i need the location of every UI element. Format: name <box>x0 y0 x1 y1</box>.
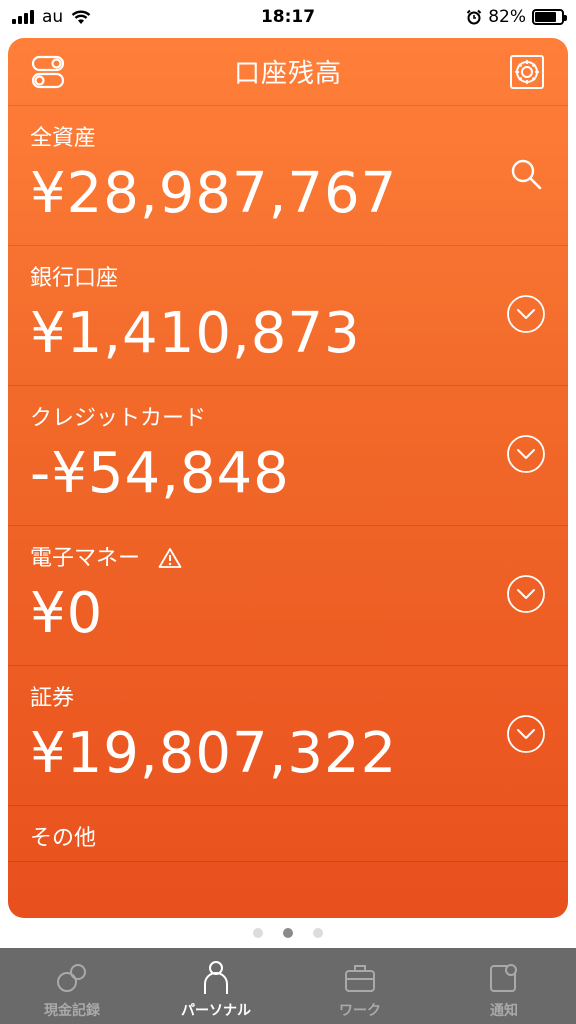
tab-cash-record[interactable]: 現金記録 <box>0 948 144 1024</box>
account-label: 全資産 <box>30 124 546 154</box>
chevron-down-circle-icon[interactable] <box>506 434 546 474</box>
account-value: ¥0 <box>30 581 104 646</box>
account-label-text: 電子マネー <box>30 546 141 571</box>
account-value: ¥19,807,322 <box>30 721 398 786</box>
page-title: 口座残高 <box>233 59 342 89</box>
battery-percent: 82% <box>488 7 526 27</box>
account-label: クレジットカード <box>30 404 546 434</box>
status-right: 82% <box>466 7 567 27</box>
page-dot-active[interactable] <box>283 928 293 938</box>
account-row-total[interactable]: 全資産 ¥28,987,767 <box>8 106 568 246</box>
chevron-down-circle-icon[interactable] <box>506 294 546 334</box>
tab-label: ワーク <box>339 1003 381 1019</box>
chevron-down-circle-icon[interactable] <box>506 574 546 614</box>
card-header: 口座残高 <box>8 38 568 106</box>
circles-icon <box>55 960 89 996</box>
battery-icon <box>532 9 567 25</box>
account-label-text: 銀行口座 <box>30 266 119 291</box>
balance-card: 口座残高 全資産 ¥28,987,767 銀行口座 ¥1,410,873 クレジ… <box>8 38 568 918</box>
page-dot[interactable] <box>313 928 323 938</box>
status-left: au <box>12 7 91 27</box>
toggle-icon[interactable] <box>30 53 68 91</box>
account-row-e-money[interactable]: 電子マネー ¥0 <box>8 526 568 666</box>
account-row-other[interactable]: その他 <box>8 806 568 862</box>
warning-icon[interactable] <box>158 547 182 571</box>
account-label-text: 全資産 <box>30 126 97 151</box>
battery-level <box>535 12 557 22</box>
account-row-credit-card[interactable]: クレジットカード -¥54,848 <box>8 386 568 526</box>
notification-icon <box>487 960 521 996</box>
tab-notifications[interactable]: 通知 <box>432 948 576 1024</box>
status-bar: au 18:17 82% <box>0 0 576 34</box>
tab-label: 現金記録 <box>44 1003 100 1019</box>
account-row-bank[interactable]: 銀行口座 ¥1,410,873 <box>8 246 568 386</box>
tab-label: パーソナル <box>181 1003 251 1019</box>
wifi-icon <box>71 10 91 24</box>
tab-work[interactable]: ワーク <box>288 948 432 1024</box>
account-label-text: その他 <box>30 826 97 851</box>
signal-icon <box>12 10 34 24</box>
account-label-text: クレジットカード <box>30 406 207 431</box>
person-icon <box>199 960 233 996</box>
tab-label: 通知 <box>490 1003 518 1019</box>
safe-icon[interactable] <box>508 53 546 91</box>
account-label: 電子マネー <box>30 544 546 574</box>
account-value: ¥1,410,873 <box>30 301 361 366</box>
briefcase-icon <box>343 960 377 996</box>
page-dot[interactable] <box>253 928 263 938</box>
page-indicator[interactable] <box>0 928 576 938</box>
alarm-icon <box>466 9 482 25</box>
account-row-securities[interactable]: 証券 ¥19,807,322 <box>8 666 568 806</box>
search-icon[interactable] <box>506 154 546 194</box>
account-label: その他 <box>30 824 546 854</box>
tab-personal[interactable]: パーソナル <box>144 948 288 1024</box>
account-label: 銀行口座 <box>30 264 546 294</box>
account-label: 証券 <box>30 684 546 714</box>
carrier-label: au <box>42 7 64 27</box>
account-value: ¥28,987,767 <box>30 161 398 226</box>
chevron-down-circle-icon[interactable] <box>506 714 546 754</box>
tab-bar: 現金記録 パーソナル ワーク 通知 <box>0 948 576 1024</box>
account-label-text: 証券 <box>30 686 75 711</box>
account-value: -¥54,848 <box>30 441 290 506</box>
